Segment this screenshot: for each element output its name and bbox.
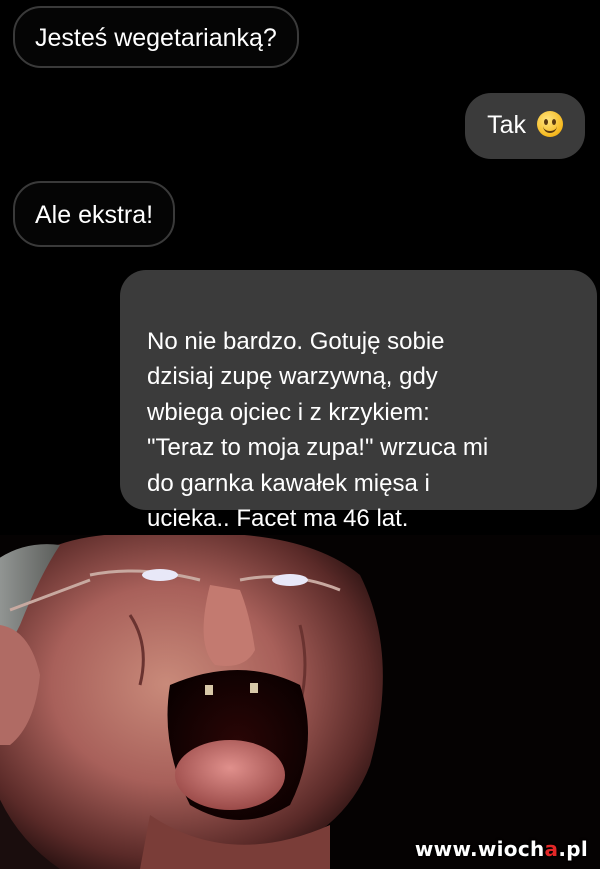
message-text: Ale ekstra!: [35, 201, 154, 229]
message-text: No nie bardzo. Gotuję sobie dzisiaj zupę…: [147, 327, 489, 533]
screaming-man-photo: www.wiocha.pl: [0, 535, 600, 869]
watermark-text: www.wiocha.pl: [414, 837, 588, 861]
message-bubble-incoming[interactable]: Jesteś wegetarianką?: [13, 6, 299, 68]
message-bubble-outgoing[interactable]: Tak: [465, 93, 585, 159]
message-text: Jesteś wegetarianką?: [35, 24, 277, 52]
message-bubble-outgoing[interactable]: No nie bardzo. Gotuję sobie dzisiaj zupę…: [120, 270, 597, 532]
chat-conversation: Jesteś wegetarianką? Tak Ale ekstra! No …: [0, 0, 600, 535]
smiling-face-icon: [537, 111, 563, 137]
message-text: Tak: [487, 111, 527, 139]
screaming-man-illustration: [0, 535, 600, 869]
message-bubble-incoming[interactable]: Ale ekstra!: [13, 181, 176, 247]
